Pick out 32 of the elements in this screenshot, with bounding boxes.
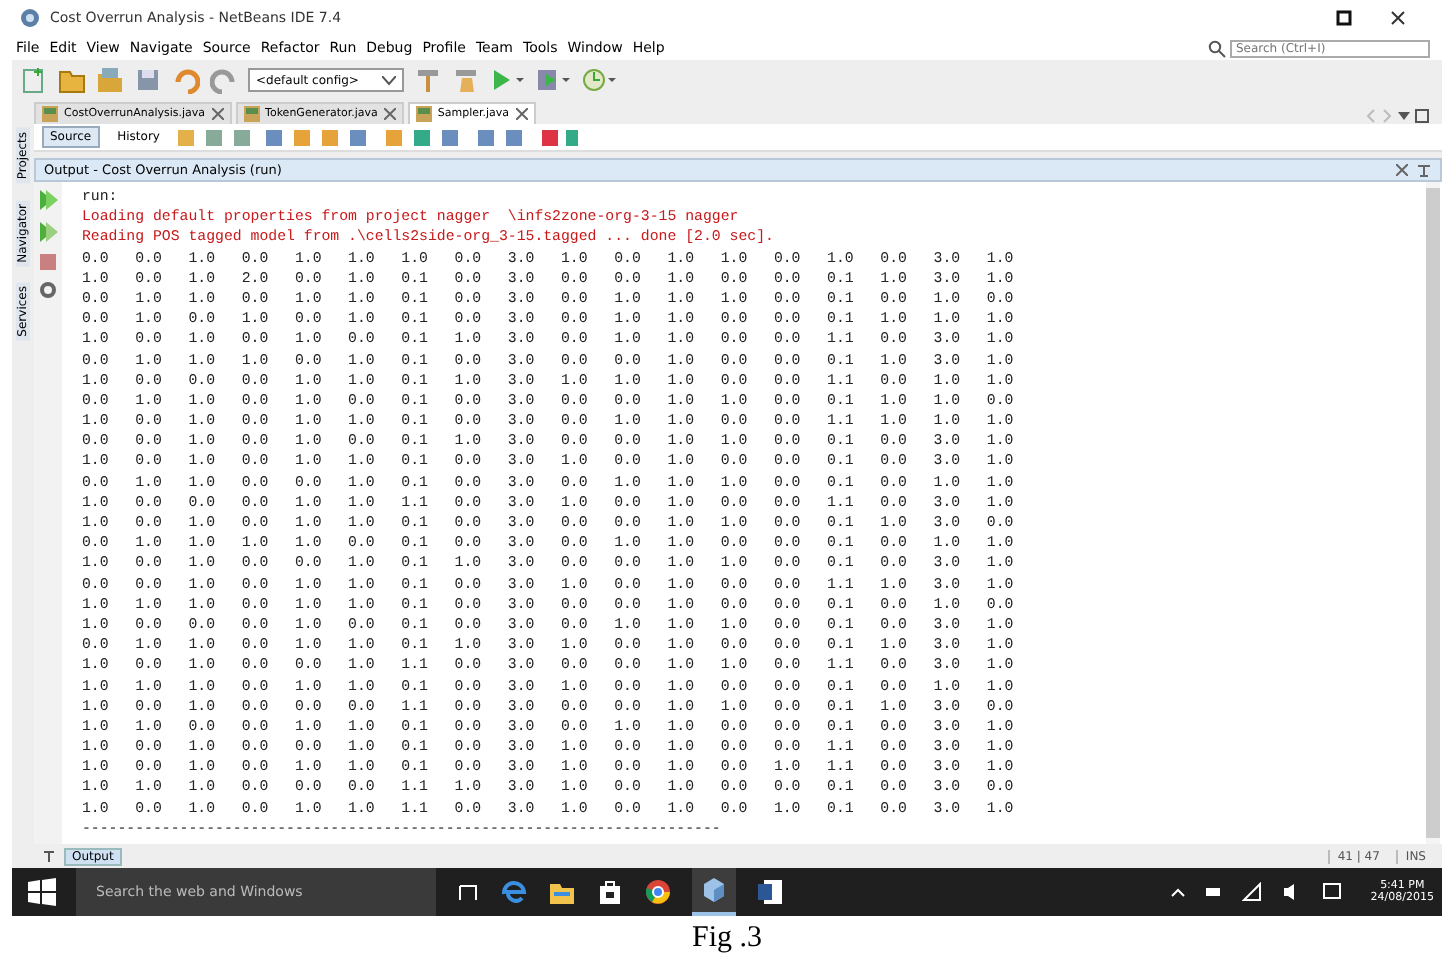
caret-icon <box>382 75 396 85</box>
close-icon[interactable] <box>1390 10 1406 26</box>
folder-icon[interactable] <box>548 878 576 906</box>
minimize-icon[interactable] <box>1416 162 1432 178</box>
browser-icon[interactable] <box>644 878 672 906</box>
new-file-icon[interactable] <box>20 66 48 94</box>
notification-icon[interactable] <box>1322 882 1343 902</box>
save-icon[interactable] <box>134 66 162 94</box>
search-icon[interactable] <box>1208 39 1226 57</box>
close-icon[interactable] <box>515 108 528 120</box>
editor-tools-icon[interactable] <box>177 127 578 147</box>
tab-navigation-icon[interactable] <box>1366 108 1430 124</box>
java-file-icon <box>415 106 432 122</box>
rerun-icon[interactable] <box>38 188 58 212</box>
document-icon[interactable] <box>756 878 784 906</box>
network-icon[interactable] <box>1242 882 1263 902</box>
rerun-icon[interactable] <box>38 220 58 244</box>
caret-icon[interactable] <box>1170 886 1187 898</box>
java-file-icon <box>243 106 260 122</box>
profile-icon[interactable] <box>582 66 618 94</box>
debug-icon[interactable] <box>536 66 572 94</box>
figure-caption: Fig .3 <box>689 920 764 956</box>
scrollbar[interactable] <box>1426 182 1440 844</box>
battery-icon[interactable] <box>1206 886 1223 898</box>
java-file-icon <box>42 106 58 122</box>
restore-icon[interactable] <box>1336 10 1352 26</box>
shopping-bag-icon[interactable] <box>596 878 624 906</box>
app-icon <box>20 8 40 28</box>
cube-icon[interactable] <box>692 868 736 916</box>
task-view-icon[interactable] <box>456 880 480 904</box>
stop-icon[interactable] <box>38 252 58 272</box>
windows-logo-icon[interactable] <box>28 878 56 906</box>
